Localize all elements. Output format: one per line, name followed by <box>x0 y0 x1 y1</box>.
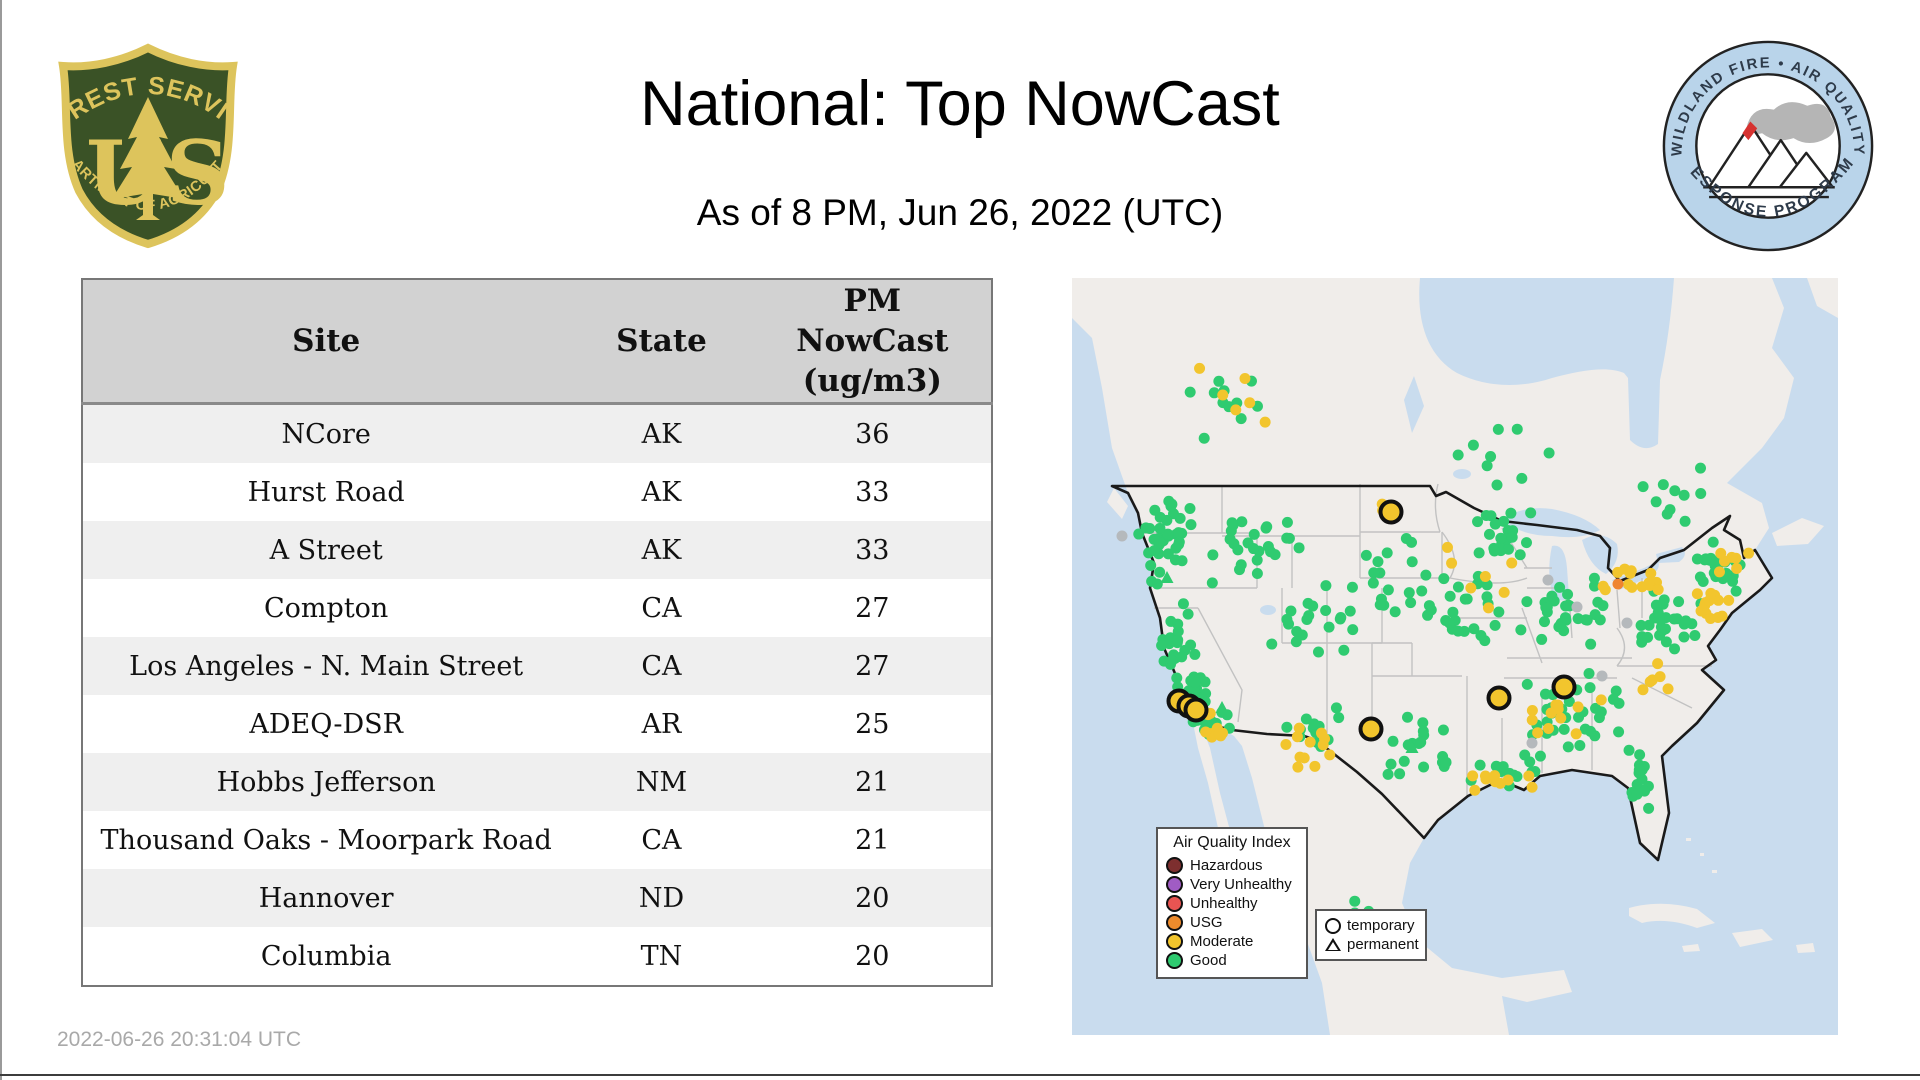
state-cell: ND <box>638 882 685 914</box>
permanent-triangle-icon <box>1325 938 1341 951</box>
state-cell: AK <box>641 418 682 450</box>
temporary-circle-icon <box>1325 917 1341 934</box>
aqi-legend: Air Quality Index Hazardous Very Unhealth… <box>1156 827 1308 979</box>
site-cell: Thousand Oaks - Moorpark Road <box>100 824 552 856</box>
aqi-legend-item: USG <box>1166 913 1298 932</box>
page-title: National: Top NowCast <box>640 69 1280 139</box>
table-row: Hurst Road AK 33 <box>82 463 992 521</box>
table-header-row: Site State PM NowCast (ug/m3) <box>82 279 992 405</box>
marker-type-legend: temporary permanent <box>1315 909 1427 961</box>
column-header-state: State <box>569 279 754 405</box>
table-row: ADEQ-DSR AR 25 <box>82 695 992 753</box>
dashboard-page: FOREST SERVICE U S DEPARTMENT OF AGRICUL… <box>0 0 1920 1080</box>
pm-cell: 20 <box>855 940 890 972</box>
aqi-color-swatch <box>1166 876 1183 893</box>
state-cell: CA <box>641 650 682 682</box>
aqi-legend-item: Good <box>1166 951 1298 970</box>
aqi-item-label: USG <box>1190 914 1223 931</box>
great-salt-lake <box>1260 605 1276 615</box>
aqi-item-label: Good <box>1190 952 1227 969</box>
pm-header-line1: PM <box>843 283 902 319</box>
column-header-site: Site <box>82 279 570 405</box>
site-cell: Los Angeles - N. Main Street <box>129 650 524 682</box>
state-cell: CA <box>641 824 682 856</box>
site-cell: ADEQ-DSR <box>249 708 403 740</box>
aqi-color-swatch <box>1166 933 1183 950</box>
aqi-item-label: Unhealthy <box>1190 895 1258 912</box>
aqi-item-label: Moderate <box>1190 933 1254 950</box>
state-cell: AK <box>641 534 682 566</box>
aqi-color-swatch <box>1166 857 1183 874</box>
top-nowcast-table: Site State PM NowCast (ug/m3) NCore AK 36 H… <box>81 278 993 987</box>
site-cell: NCore <box>281 418 371 450</box>
pm-cell: 27 <box>855 650 890 682</box>
state-cell: NM <box>635 766 688 798</box>
permanent-label: permanent <box>1347 936 1419 953</box>
window-left-edge <box>0 0 2 1080</box>
aqi-legend-item: Moderate <box>1166 932 1298 951</box>
pm-header-line3: (ug/m3) <box>802 363 942 399</box>
pm-cell: 21 <box>855 766 890 798</box>
table-row: A Street AK 33 <box>82 521 992 579</box>
site-cell: Compton <box>264 592 389 624</box>
aqi-legend-item: Very Unhealthy <box>1166 875 1298 894</box>
page-subtitle: As of 8 PM, Jun 26, 2022 (UTC) <box>696 192 1224 233</box>
site-cell: A Street <box>269 534 383 566</box>
table-row: Los Angeles - N. Main Street CA 27 <box>82 637 992 695</box>
state-cell: AK <box>641 476 682 508</box>
state-cell: TN <box>640 940 683 972</box>
state-cell: AR <box>641 708 682 740</box>
aqi-legend-item: Unhealthy <box>1166 894 1298 913</box>
table-row: Compton CA 27 <box>82 579 992 637</box>
pm-cell: 25 <box>855 708 890 740</box>
site-cell: Hurst Road <box>247 476 405 508</box>
aqi-item-label: Very Unhealthy <box>1190 876 1292 893</box>
column-header-pm-nowcast: PM NowCast (ug/m3) <box>753 279 992 405</box>
window-bottom-edge <box>0 1074 1920 1076</box>
pm-cell: 27 <box>855 592 890 624</box>
aqi-legend-items: Hazardous Very Unhealthy Unhealthy USG Moder… <box>1166 856 1298 970</box>
state-cell: CA <box>641 592 682 624</box>
table-row: Columbia TN 20 <box>82 927 992 986</box>
pm-header-line2: NowCast <box>796 323 949 359</box>
pm-cell: 20 <box>855 882 890 914</box>
legend-row-permanent: permanent <box>1325 935 1419 954</box>
table-row: Hobbs Jefferson NM 21 <box>82 753 992 811</box>
pm-cell: 33 <box>855 476 890 508</box>
aqi-item-label: Hazardous <box>1190 857 1263 874</box>
pm-cell: 21 <box>855 824 890 856</box>
aqi-color-swatch <box>1166 914 1183 931</box>
site-cell: Columbia <box>260 940 392 972</box>
aqi-color-swatch <box>1166 952 1183 969</box>
generation-timestamp: 2022-06-26 20:31:04 UTC <box>57 1028 301 1051</box>
site-cell: Hannover <box>258 882 394 914</box>
temporary-label: temporary <box>1347 917 1415 934</box>
table-body: NCore AK 36 Hurst Road AK 33 A Street AK 33 Compt… <box>82 403 992 986</box>
table-row: Hannover ND 20 <box>82 869 992 927</box>
aqi-legend-title: Air Quality Index <box>1173 834 1291 851</box>
table-row: Thousand Oaks - Moorpark Road CA 21 <box>82 811 992 869</box>
pm-cell: 36 <box>855 418 890 450</box>
aqi-map[interactable]: Air Quality Index Hazardous Very Unhealth… <box>1072 278 1838 1035</box>
lake-of-the-woods <box>1453 469 1471 479</box>
site-cell: Hobbs Jefferson <box>216 766 436 798</box>
legend-row-temporary: temporary <box>1325 916 1417 935</box>
pm-cell: 33 <box>855 534 890 566</box>
aqi-legend-item: Hazardous <box>1166 856 1298 875</box>
table-row: NCore AK 36 <box>82 403 992 463</box>
aqi-color-swatch <box>1166 895 1183 912</box>
